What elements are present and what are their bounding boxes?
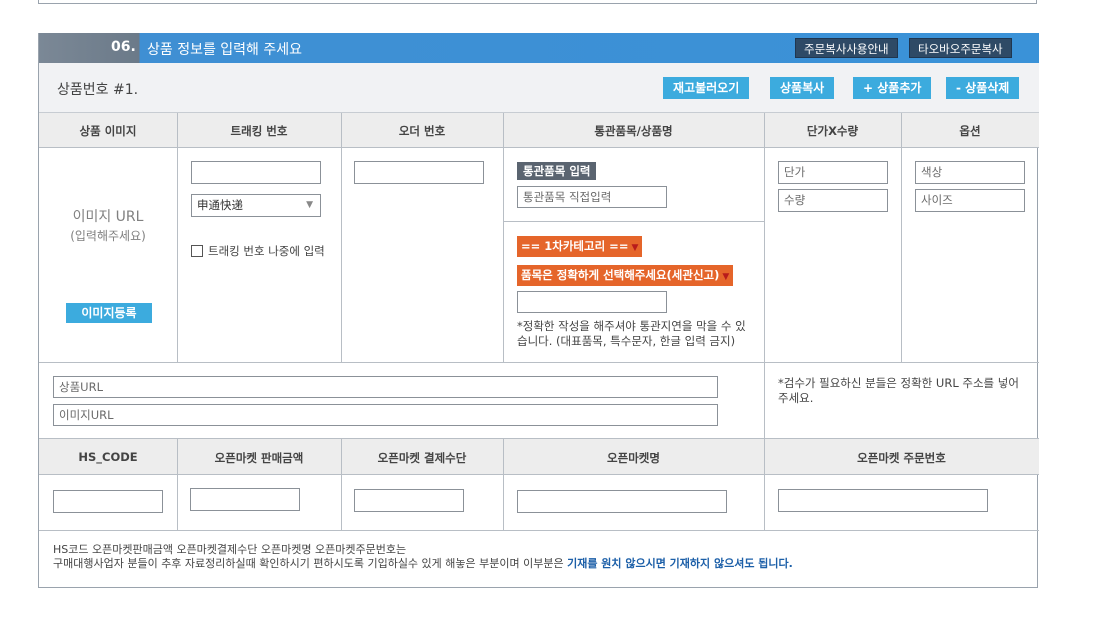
chevron-down-icon: ▼ [631, 243, 639, 253]
previous-section-border [38, 0, 1037, 4]
header-hs-code: HS_CODE [78, 450, 138, 464]
section-number: 06. [111, 39, 136, 55]
grid-line [39, 474, 1039, 475]
header-product-image: 상품 이미지 [79, 124, 137, 138]
product-url-input[interactable]: 상품URL [53, 376, 718, 398]
market-order-number-input[interactable] [778, 489, 988, 512]
tracking-later-checkbox[interactable]: 트래킹 번호 나중에 입력 [191, 243, 325, 259]
customs-item-input[interactable]: 통관품목 직접입력 [517, 186, 667, 208]
image-url-hint: (입력해주세요) [70, 229, 146, 243]
image-url-input[interactable]: 이미지URL [53, 404, 718, 426]
product-number-label: 상품번호 #1. [57, 82, 139, 98]
product-bar: 상품번호 #1. 재고불러오기 상품복사 + 상품추가 - 상품삭제 [39, 63, 1039, 113]
grid-line [503, 221, 764, 222]
footer-note-emphasis: 기재를 원치 않으시면 기재하지 않으셔도 됩니다. [567, 557, 793, 570]
unit-price-input[interactable]: 단가 [778, 161, 888, 184]
footer-note-line2-text: 구매대행사업자 분들이 추후 자료정리하실때 확인하시기 편하시도록 기입하실수… [53, 557, 568, 570]
load-stock-button[interactable]: 재고불러오기 [663, 77, 750, 99]
url-note-line1: *검수가 필요하신 분들은 정확한 URL 주소를 넣어 [778, 376, 1019, 390]
chevron-down-icon: ▼ [306, 200, 313, 210]
header-customs-item: 통관품목/상품명 [594, 124, 673, 138]
footer-note: HS코드 오픈마켓판매금액 오픈마켓결제수단 오픈마켓명 오픈마켓주문번호는 구… [53, 543, 793, 571]
customs-note-line1: *정확한 작성을 해주셔야 통관지연을 막을 수 있 [517, 319, 746, 333]
copy-product-button[interactable]: 상품복사 [770, 77, 835, 99]
customs-note-line2: 습니다. (대표품목, 특수문자, 한글 입력 금지) [517, 334, 736, 348]
delete-product-button[interactable]: - 상품삭제 [946, 77, 1020, 99]
courier-select[interactable]: 申通快递 ▼ [191, 194, 321, 217]
quantity-input[interactable]: 수량 [778, 189, 888, 212]
checkbox-icon[interactable] [191, 245, 203, 257]
grid-line [177, 439, 178, 530]
image-register-button[interactable]: 이미지등록 [66, 303, 152, 323]
grid-line [341, 113, 342, 362]
hs-code-input[interactable] [53, 490, 163, 513]
image-url-label: 이미지 URL [72, 209, 144, 225]
tracking-later-label: 트래킹 번호 나중에 입력 [208, 244, 325, 258]
grid-line [341, 439, 342, 530]
item-select[interactable]: 품목은 정확하게 선택해주세요(세관신고) ▼ [517, 265, 734, 286]
grid-line [764, 439, 765, 530]
header-market-order-number: 오픈마켓 주문번호 [857, 451, 946, 465]
customs-note: *정확한 작성을 해주셔야 통관지연을 막을 수 있 습니다. (대표품목, 특… [517, 319, 746, 349]
grid-line [39, 147, 1039, 148]
category-select-value: == 1차카테고리 == [521, 239, 629, 253]
footer-note-line1: HS코드 오픈마켓판매금액 오픈마켓결제수단 오픈마켓명 오픈마켓주문번호는 [53, 543, 407, 556]
grid-line [39, 362, 1039, 363]
item-select-value: 품목은 정확하게 선택해주세요(세관신고) [521, 268, 720, 282]
grid-line [764, 113, 765, 438]
url-note-line2: 주세요. [778, 391, 814, 405]
order-copy-guide-button[interactable]: 주문복사사용안내 [795, 38, 898, 58]
header-price-quantity: 단가X수량 [806, 124, 859, 138]
order-number-input[interactable] [354, 161, 484, 184]
header-tracking-number: 트래킹 번호 [230, 124, 288, 138]
tracking-number-input[interactable] [191, 161, 321, 184]
header-market-payment: 오픈마켓 결제수단 [377, 451, 467, 465]
taobao-order-copy-button[interactable]: 타오바오주문복사 [909, 38, 1012, 58]
grid-line [177, 113, 178, 362]
market-sale-price-input[interactable] [190, 488, 300, 511]
section-title: 상품 정보를 입력해 주세요 [147, 42, 303, 58]
grid-line [503, 439, 504, 530]
courier-select-value: 申通快递 [197, 198, 243, 212]
category-select[interactable]: == 1차카테고리 == ▼ [517, 236, 643, 257]
url-note: *검수가 필요하신 분들은 정확한 URL 주소를 넣어 주세요. [778, 376, 1019, 406]
add-product-button[interactable]: + 상품추가 [853, 77, 932, 99]
header-market-sale-price: 오픈마켓 판매금액 [214, 451, 304, 465]
header-order-number: 오더 번호 [398, 124, 446, 138]
header-options: 옵션 [959, 124, 981, 138]
grid-line [503, 113, 504, 362]
size-option-input[interactable]: 사이즈 [915, 189, 1025, 212]
market-payment-input[interactable] [354, 489, 464, 512]
grid-line [901, 113, 902, 362]
section-header: 06. 상품 정보를 입력해 주세요 주문복사사용안내 타오바오주문복사 [39, 33, 1039, 63]
color-option-input[interactable]: 색상 [915, 161, 1025, 184]
header-market-name: 오픈마켓명 [607, 451, 660, 465]
footer-note-line2: 구매대행사업자 분들이 추후 자료정리하실때 확인하시기 편하시도록 기입하실수… [53, 557, 793, 571]
customs-item-input-label: 통관품목 입력 [517, 162, 597, 180]
grid-line [39, 530, 1039, 531]
item-name-input[interactable] [517, 291, 667, 313]
market-name-input[interactable] [517, 490, 727, 513]
product-info-section: 06. 상품 정보를 입력해 주세요 주문복사사용안내 타오바오주문복사 상품번… [38, 33, 1039, 588]
chevron-down-icon: ▼ [722, 272, 730, 282]
